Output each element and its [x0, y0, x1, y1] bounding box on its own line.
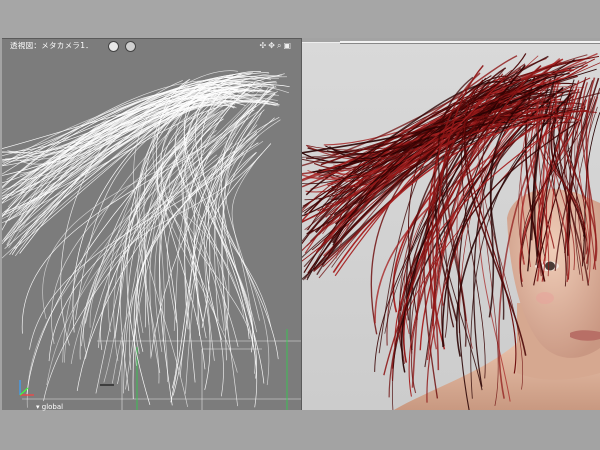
viewport-tools: ✣✥⌕▣	[260, 39, 293, 53]
viewport-title[interactable]: 透視図：メタカメラ1．	[10, 39, 93, 53]
coordinate-mode-value: global	[41, 403, 64, 411]
axis-gizmo-icon	[19, 380, 34, 396]
cheek-blush	[536, 292, 554, 304]
render-viewport	[302, 42, 600, 411]
fit-icon[interactable]: ▣	[283, 41, 293, 50]
top-background	[0, 0, 600, 38]
camera-reset-icon[interactable]	[108, 41, 119, 52]
render-progress-bar	[340, 41, 600, 44]
wireframe-viewport[interactable]: 透視図：メタカメラ1． ✣✥⌕▣ ▾ global	[2, 38, 302, 411]
bottom-background	[0, 410, 600, 450]
wire-strand	[220, 135, 259, 407]
rotate-icon[interactable]: ✣	[260, 41, 269, 50]
viewport-header: 透視図：メタカメラ1． ✣✥⌕▣	[2, 39, 301, 53]
hair-wireframe	[2, 70, 301, 411]
wire-strand	[195, 92, 279, 360]
move-icon[interactable]: ✥	[268, 41, 277, 50]
shading-mode-icon[interactable]	[125, 41, 136, 52]
coordinate-mode-label[interactable]: ▾ global	[36, 403, 63, 411]
wire-strand	[191, 116, 270, 386]
hair-render-image	[302, 52, 600, 411]
